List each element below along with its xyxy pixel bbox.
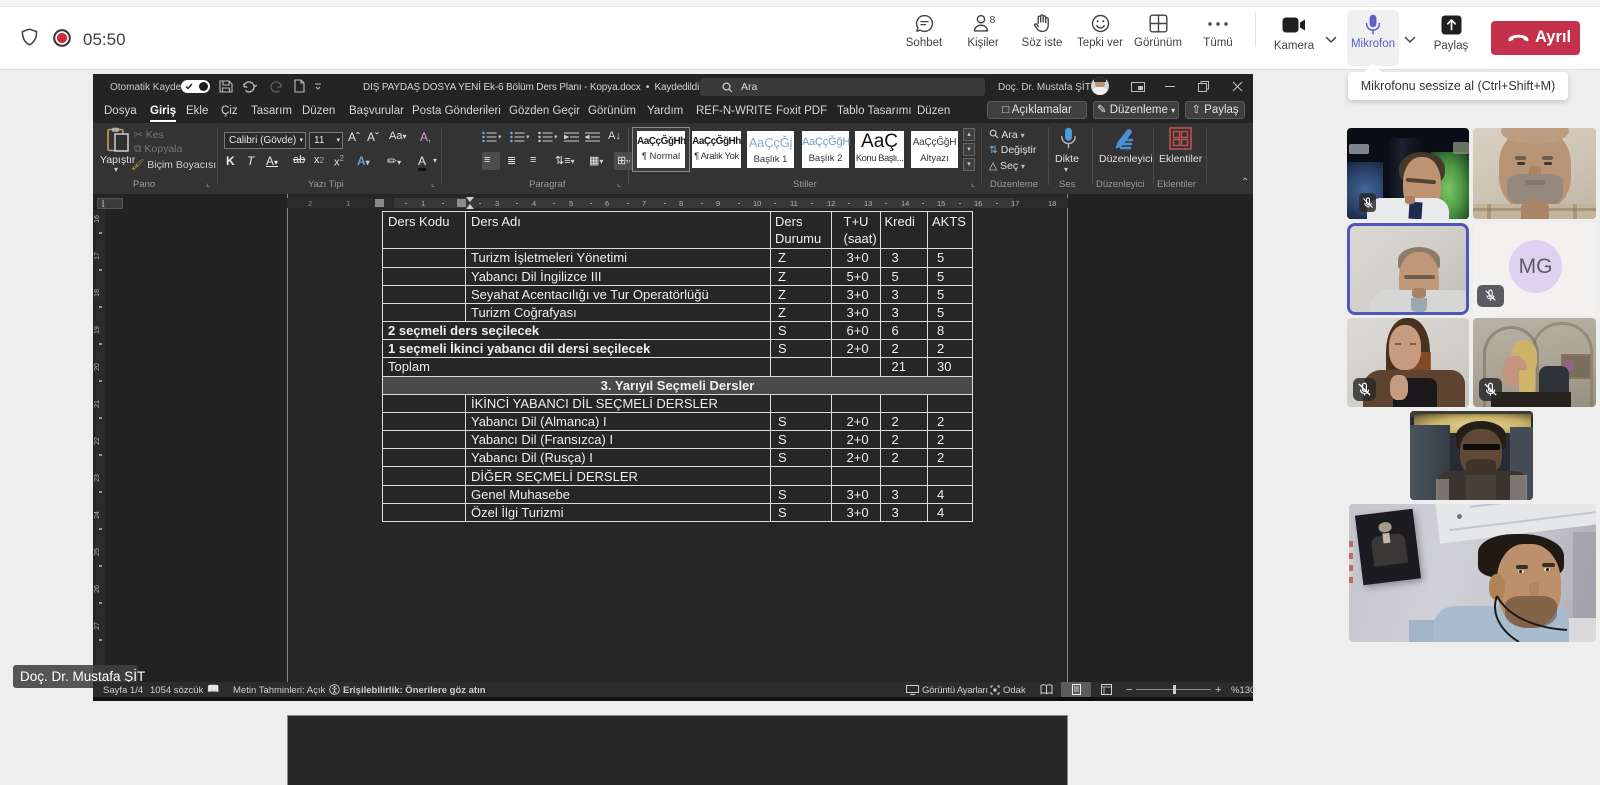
svg-text:8: 8 bbox=[989, 14, 995, 26]
